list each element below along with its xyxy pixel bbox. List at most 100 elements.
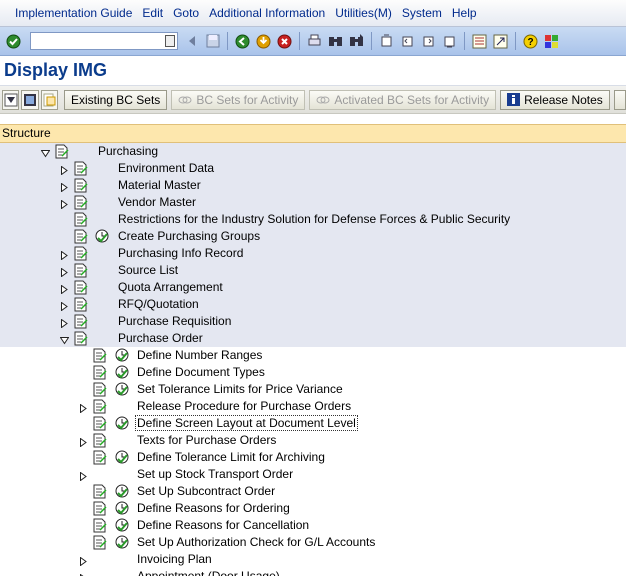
- documentation-icon[interactable]: [74, 263, 88, 278]
- documentation-icon[interactable]: [74, 178, 88, 193]
- menu-goto[interactable]: Goto: [168, 6, 204, 20]
- tree-node-label[interactable]: Define Number Ranges: [137, 348, 262, 363]
- back-nav-icon[interactable]: [234, 33, 251, 50]
- find-next-icon[interactable]: [348, 33, 365, 50]
- find-icon[interactable]: [327, 33, 344, 50]
- tree-node[interactable]: Source List: [0, 262, 626, 279]
- existing-bc-sets-button[interactable]: Existing BC Sets: [63, 89, 168, 110]
- execute-clock-icon[interactable]: [115, 484, 129, 498]
- tree-node[interactable]: Set up Stock Transport Order: [0, 466, 626, 483]
- tree-node[interactable]: Release Procedure for Purchase Orders: [0, 398, 626, 415]
- triangle-right-icon[interactable]: [60, 249, 68, 261]
- tree-node[interactable]: Purchasing Info Record: [0, 245, 626, 262]
- shortcut-icon[interactable]: [492, 33, 509, 50]
- triangle-right-icon[interactable]: [60, 317, 68, 329]
- documentation-icon[interactable]: [74, 314, 88, 329]
- print-icon[interactable]: [306, 33, 323, 50]
- tree-node-label[interactable]: Purchasing: [98, 144, 158, 159]
- execute-clock-icon[interactable]: [115, 450, 129, 464]
- execute-clock-icon[interactable]: [115, 501, 129, 515]
- command-field[interactable]: [30, 32, 178, 50]
- documentation-icon[interactable]: [93, 535, 107, 550]
- tree-node[interactable]: Material Master: [0, 177, 626, 194]
- tree-node[interactable]: Texts for Purchase Orders: [0, 432, 626, 449]
- execute-clock-icon[interactable]: [115, 348, 129, 362]
- tree-node-label[interactable]: Set Up Authorization Check for G/L Accou…: [137, 535, 375, 550]
- tree-node-label[interactable]: Set Tolerance Limits for Price Variance: [137, 382, 343, 397]
- tree-node-label[interactable]: Define Tolerance Limit for Archiving: [137, 450, 325, 465]
- tree-node[interactable]: Purchase Order: [0, 330, 626, 347]
- tree-node-label[interactable]: Appointment (Door Usage): [137, 569, 280, 576]
- tree-node[interactable]: Define Number Ranges: [0, 347, 626, 364]
- bc-sets-for-activity-button[interactable]: BC Sets for Activity: [171, 89, 306, 110]
- tree-node[interactable]: Restrictions for the Industry Solution f…: [0, 211, 626, 228]
- tree-node-label[interactable]: Material Master: [118, 178, 201, 193]
- help-icon[interactable]: ?: [522, 33, 539, 50]
- menu-edit[interactable]: Edit: [137, 6, 168, 20]
- tree-node-label[interactable]: Texts for Purchase Orders: [137, 433, 276, 448]
- documentation-icon[interactable]: [93, 399, 107, 414]
- tree-node[interactable]: Purchasing: [0, 143, 626, 160]
- tree-node[interactable]: Invoicing Plan: [0, 551, 626, 568]
- tree-node[interactable]: Set Up Subcontract Order: [0, 483, 626, 500]
- tree-node[interactable]: Define Tolerance Limit for Archiving: [0, 449, 626, 466]
- menu-implementation-guide[interactable]: Implementation Guide: [10, 6, 137, 20]
- execute-clock-icon[interactable]: [115, 518, 129, 532]
- tree-node-label[interactable]: Set Up Subcontract Order: [137, 484, 275, 499]
- tree-node-label[interactable]: Vendor Master: [118, 195, 196, 210]
- tree-node[interactable]: Quota Arrangement: [0, 279, 626, 296]
- more-button[interactable]: [613, 89, 626, 110]
- tree-node-label[interactable]: Create Purchasing Groups: [118, 229, 260, 244]
- tree-node[interactable]: Define Screen Layout at Document Level: [0, 415, 626, 432]
- tree-node[interactable]: Vendor Master: [0, 194, 626, 211]
- tree-node[interactable]: Define Reasons for Ordering: [0, 500, 626, 517]
- execute-clock-icon[interactable]: [115, 535, 129, 549]
- execute-clock-icon[interactable]: [115, 365, 129, 379]
- tree-node-label[interactable]: Define Screen Layout at Document Level: [135, 415, 358, 431]
- documentation-icon[interactable]: [40, 89, 58, 110]
- tree-node-label[interactable]: Source List: [118, 263, 178, 278]
- last-page-icon[interactable]: [441, 33, 458, 50]
- tree-node-label[interactable]: Set up Stock Transport Order: [137, 467, 293, 482]
- prev-page-icon[interactable]: [399, 33, 416, 50]
- cancel-icon[interactable]: [276, 33, 293, 50]
- menu-help[interactable]: Help: [447, 6, 482, 20]
- execute-clock-icon[interactable]: [115, 382, 129, 396]
- documentation-icon[interactable]: [93, 518, 107, 533]
- tree-node-label[interactable]: Define Reasons for Cancellation: [137, 518, 309, 533]
- tree-node-label[interactable]: Restrictions for the Industry Solution f…: [118, 212, 510, 227]
- documentation-icon[interactable]: [74, 297, 88, 312]
- tree-node[interactable]: Set Up Authorization Check for G/L Accou…: [0, 534, 626, 551]
- new-session-icon[interactable]: [471, 33, 488, 50]
- triangle-right-icon[interactable]: [79, 402, 87, 414]
- documentation-icon[interactable]: [93, 416, 107, 431]
- tree-node[interactable]: Set Tolerance Limits for Price Variance: [0, 381, 626, 398]
- tree-node[interactable]: Define Reasons for Cancellation: [0, 517, 626, 534]
- triangle-right-icon[interactable]: [60, 283, 68, 295]
- triangle-right-icon[interactable]: [60, 198, 68, 210]
- documentation-icon[interactable]: [74, 331, 88, 346]
- triangle-down-icon[interactable]: [59, 334, 70, 345]
- triangle-right-icon[interactable]: [79, 572, 87, 576]
- documentation-icon[interactable]: [93, 433, 107, 448]
- triangle-right-icon[interactable]: [60, 300, 68, 312]
- triangle-right-icon[interactable]: [79, 436, 87, 448]
- activated-bc-sets-button[interactable]: Activated BC Sets for Activity: [309, 89, 497, 110]
- documentation-icon[interactable]: [93, 348, 107, 363]
- triangle-right-icon[interactable]: [60, 266, 68, 278]
- triangle-right-icon[interactable]: [60, 181, 68, 193]
- tree-node[interactable]: Define Document Types: [0, 364, 626, 381]
- tree-node[interactable]: RFQ/Quotation: [0, 296, 626, 313]
- documentation-icon[interactable]: [93, 484, 107, 499]
- tree-node-label[interactable]: Define Document Types: [137, 365, 265, 380]
- tree-node-label[interactable]: RFQ/Quotation: [118, 297, 199, 312]
- first-page-icon[interactable]: [378, 33, 395, 50]
- tree-node[interactable]: Create Purchasing Groups: [0, 228, 626, 245]
- documentation-icon[interactable]: [93, 501, 107, 516]
- tree-node[interactable]: Environment Data: [0, 160, 626, 177]
- documentation-icon[interactable]: [74, 280, 88, 295]
- documentation-icon[interactable]: [55, 144, 69, 159]
- tree-node-label[interactable]: Purchasing Info Record: [118, 246, 243, 261]
- documentation-icon[interactable]: [74, 161, 88, 176]
- documentation-icon[interactable]: [74, 246, 88, 261]
